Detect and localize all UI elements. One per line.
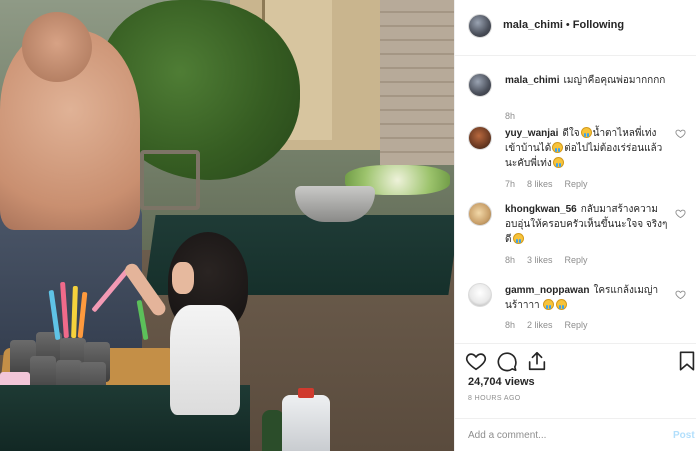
comment-meta: 8h xyxy=(505,111,527,121)
following-button[interactable]: Following xyxy=(573,19,624,31)
comment-username[interactable]: gamm_noppawan xyxy=(505,285,589,296)
like-comment-heart-icon[interactable] xyxy=(675,208,686,219)
media-man xyxy=(0,12,140,230)
avatar[interactable] xyxy=(468,283,492,307)
media-girl xyxy=(170,305,240,415)
heart-icon[interactable] xyxy=(465,350,487,372)
post-actions: 24,704 views 8 HOURS AGO Add a comment..… xyxy=(455,343,696,451)
comment-likes[interactable]: 2 likes xyxy=(527,320,553,330)
bookmark-icon[interactable] xyxy=(676,350,696,372)
comment-time[interactable]: 7h xyxy=(505,179,515,189)
avatar[interactable] xyxy=(468,126,492,150)
header-username[interactable]: mala_chimi xyxy=(503,19,563,31)
post-timestamp[interactable]: 8 HOURS AGO xyxy=(468,395,521,402)
crying-face-icon xyxy=(552,142,564,153)
separator-dot: • xyxy=(565,19,570,31)
header-username-row: mala_chimi • Following xyxy=(503,19,624,31)
media-girl-face xyxy=(172,262,194,294)
comment-body-part: ดีใจ xyxy=(562,128,580,139)
media-water-bottle xyxy=(282,395,330,451)
post-header: mala_chimi • Following xyxy=(455,0,696,56)
reply-button[interactable]: Reply xyxy=(565,320,588,330)
comment-meta: 8h 2 likes Reply xyxy=(505,320,600,330)
media-brick-wall xyxy=(380,0,454,165)
media-man-head xyxy=(22,12,92,82)
comment-text: gamm_noppawan ใครแกล้งเมญ่านร้าาาา xyxy=(505,283,673,313)
add-comment-bar: Add a comment... Post xyxy=(455,418,696,451)
comment-icon[interactable] xyxy=(496,350,518,372)
reply-button[interactable]: Reply xyxy=(565,255,588,265)
comment-username[interactable]: mala_chimi xyxy=(505,75,559,86)
media-bottle-cap xyxy=(298,388,314,398)
comment-time[interactable]: 8h xyxy=(505,111,515,121)
comment-text: khongkwan_56 กลับมาสร้างความอบอุ่นให้ครอบ… xyxy=(505,202,673,247)
comments-list[interactable]: mala_chimi เมญ่าคือคุณพ่อมากกกก 8h yuy_wa… xyxy=(455,57,696,343)
post-details-panel: mala_chimi • Following mala_chimi เมญ่าคือค… xyxy=(454,0,696,451)
like-comment-heart-icon[interactable] xyxy=(675,128,686,139)
comment-username[interactable]: khongkwan_56 xyxy=(505,204,577,215)
comment-time[interactable]: 8h xyxy=(505,255,515,265)
crying-face-icon xyxy=(556,299,568,310)
comment-body: เมญ่าคือคุณพ่อมากกกก xyxy=(563,75,666,86)
avatar[interactable] xyxy=(468,73,492,97)
comment-text: yuy_wanjai ดีใจ น้ำตาไหลพี่เท่ง เข้าบ้านได… xyxy=(505,126,673,171)
crying-face-icon xyxy=(580,127,592,138)
avatar[interactable] xyxy=(468,202,492,226)
comment-meta: 8h 3 likes Reply xyxy=(505,255,600,265)
like-comment-heart-icon[interactable] xyxy=(675,289,686,300)
crying-face-icon xyxy=(552,157,564,168)
comment-input[interactable]: Add a comment... xyxy=(468,430,546,441)
comment-meta: 7h 8 likes Reply xyxy=(505,179,600,189)
media-green-bottle xyxy=(262,410,284,451)
media-chair xyxy=(140,150,200,210)
post-media[interactable] xyxy=(0,0,454,451)
crying-face-icon xyxy=(543,299,555,310)
comment-time[interactable]: 8h xyxy=(505,320,515,330)
post-button[interactable]: Post xyxy=(673,430,695,441)
avatar[interactable] xyxy=(468,14,492,38)
share-icon[interactable] xyxy=(526,350,548,372)
view-count[interactable]: 24,704 views xyxy=(468,376,535,388)
thumbs-up-icon xyxy=(512,233,524,244)
comment-likes[interactable]: 3 likes xyxy=(527,255,553,265)
comment-likes[interactable]: 8 likes xyxy=(527,179,553,189)
reply-button[interactable]: Reply xyxy=(565,179,588,189)
comment-text: mala_chimi เมญ่าคือคุณพ่อมากกกก xyxy=(505,73,673,88)
comment-username[interactable]: yuy_wanjai xyxy=(505,128,558,139)
